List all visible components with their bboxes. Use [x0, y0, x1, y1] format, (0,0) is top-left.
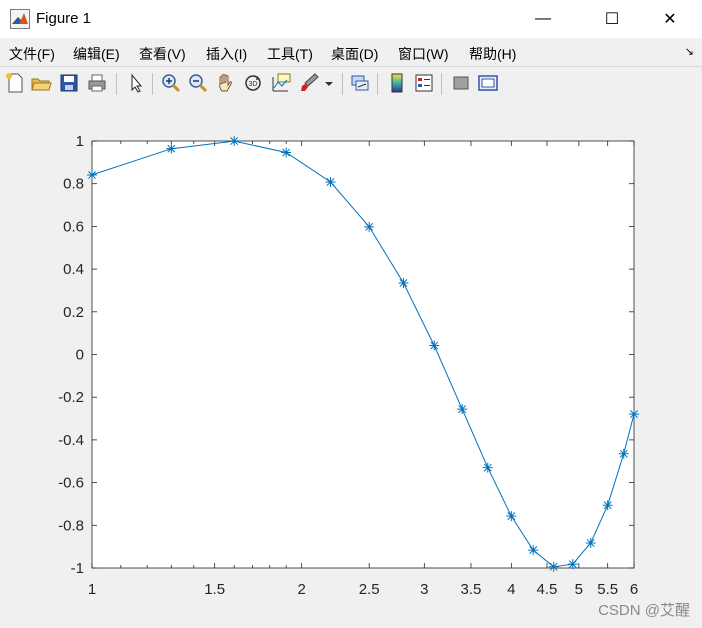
- svg-text:3D: 3D: [249, 81, 258, 88]
- link-plot-icon[interactable]: [349, 72, 371, 94]
- menu-view[interactable]: 查看(V): [139, 44, 186, 64]
- menu-insert[interactable]: 插入(I): [206, 44, 247, 64]
- hide-plot-tools-icon[interactable]: [450, 72, 472, 94]
- menu-file[interactable]: 文件(F): [9, 44, 55, 64]
- show-plot-tools-icon[interactable]: [477, 72, 499, 94]
- menu-window[interactable]: 窗口(W): [398, 44, 449, 64]
- toolbar-separator: [342, 73, 343, 95]
- data-point-marker: [567, 559, 578, 570]
- y-tick-label: -0.8: [58, 517, 84, 534]
- data-point-marker: [629, 409, 639, 420]
- x-tick-label: 5: [575, 581, 583, 598]
- x-tick-label: 2.5: [359, 581, 380, 598]
- save-icon[interactable]: [58, 72, 80, 94]
- zoom-out-icon[interactable]: [187, 72, 209, 94]
- menu-tools[interactable]: 工具(T): [267, 44, 313, 64]
- toolbar-separator: [152, 73, 153, 95]
- x-tick-label: 3: [420, 581, 428, 598]
- zoom-in-icon[interactable]: [160, 72, 182, 94]
- toolbar-separator: [377, 73, 378, 95]
- x-tick-label: 4: [507, 581, 515, 598]
- x-tick-label: 6: [630, 581, 638, 598]
- data-point-marker: [166, 143, 177, 154]
- dock-arrow-icon[interactable]: ↘: [685, 45, 694, 58]
- y-tick-label: 0.4: [63, 261, 84, 278]
- maximize-icon: ☐: [604, 11, 620, 28]
- menu-desktop[interactable]: 桌面(D): [331, 44, 378, 64]
- select-arrow-icon[interactable]: [125, 72, 147, 94]
- y-tick-label: 0: [76, 347, 84, 364]
- minimize-button[interactable]: —: [520, 0, 566, 38]
- x-tick-label: 2: [298, 581, 306, 598]
- x-tick-label: 4.5: [537, 581, 558, 598]
- close-icon: ✕: [663, 11, 677, 28]
- x-tick-label: 5.5: [597, 581, 618, 598]
- data-point-marker: [506, 511, 517, 522]
- y-tick-label: -1: [71, 560, 84, 577]
- y-tick-label: 0.6: [63, 218, 84, 235]
- y-tick-label: -0.4: [58, 432, 84, 449]
- close-button[interactable]: ✕: [647, 0, 693, 38]
- brush-icon[interactable]: [298, 72, 320, 94]
- x-tick-label: 1: [88, 581, 96, 598]
- y-tick-label: -0.2: [58, 389, 84, 406]
- data-point-marker: [429, 340, 440, 351]
- y-tick-label: 0.2: [63, 304, 84, 321]
- data-point-marker: [585, 538, 596, 549]
- window-titlebar: Figure 1 — ☐ ✕: [0, 0, 702, 38]
- pan-hand-icon[interactable]: [214, 72, 236, 94]
- data-point-marker: [548, 561, 559, 572]
- brush-dropdown-icon[interactable]: [322, 72, 336, 94]
- y-tick-label: -0.6: [58, 475, 84, 492]
- toolbar-separator: [441, 73, 442, 95]
- data-point-marker: [364, 221, 375, 232]
- menu-edit[interactable]: 编辑(E): [73, 44, 120, 64]
- print-icon[interactable]: [86, 72, 108, 94]
- data-point-marker: [618, 448, 629, 459]
- window-title: Figure 1: [36, 10, 92, 27]
- menu-bar: 文件(F) 编辑(E) 查看(V) 插入(I) 工具(T) 桌面(D) 窗口(W…: [0, 38, 702, 66]
- x-tick-label: 1.5: [204, 581, 225, 598]
- y-tick-label: 1: [76, 133, 84, 150]
- maximize-button[interactable]: ☐: [589, 0, 635, 38]
- figure-canvas: 1 1.5 2 2.5 3 3.5 4 4.5 5 5.5 6 1 0.8 0.6 0.4 0.2 0 -0.2 -…: [0, 100, 702, 628]
- line-plot[interactable]: 1 1.5 2 2.5 3 3.5 4 4.5 5 5.5 6 1 0.8 0.6 0.4 0.2 0 -0.2 -…: [0, 100, 702, 628]
- data-point-marker: [281, 147, 292, 158]
- minimize-icon: —: [535, 10, 551, 27]
- rotate-3d-icon[interactable]: 3D: [242, 72, 264, 94]
- open-file-icon[interactable]: [30, 72, 52, 94]
- data-point-marker: [398, 277, 409, 288]
- watermark: CSDN @艾醒: [598, 602, 690, 619]
- new-figure-icon[interactable]: [4, 72, 26, 94]
- x-tick-label: 3.5: [461, 581, 482, 598]
- plot-area: [92, 141, 634, 568]
- data-point-marker: [325, 176, 336, 187]
- data-point-marker: [482, 462, 493, 473]
- matlab-logo-icon: [10, 9, 30, 29]
- menu-help[interactable]: 帮助(H): [469, 44, 516, 64]
- y-tick-label: 0.8: [63, 176, 84, 193]
- data-point-marker: [87, 169, 97, 180]
- data-cursor-icon[interactable]: [270, 72, 292, 94]
- data-point-marker: [528, 545, 539, 556]
- data-point-marker: [229, 136, 240, 147]
- data-point-marker: [602, 500, 613, 511]
- toolbar-separator: [116, 73, 117, 95]
- figure-toolbar: 3D: [0, 66, 702, 101]
- colorbar-icon[interactable]: [386, 72, 408, 94]
- legend-icon[interactable]: [413, 72, 435, 94]
- data-point-marker: [457, 404, 468, 415]
